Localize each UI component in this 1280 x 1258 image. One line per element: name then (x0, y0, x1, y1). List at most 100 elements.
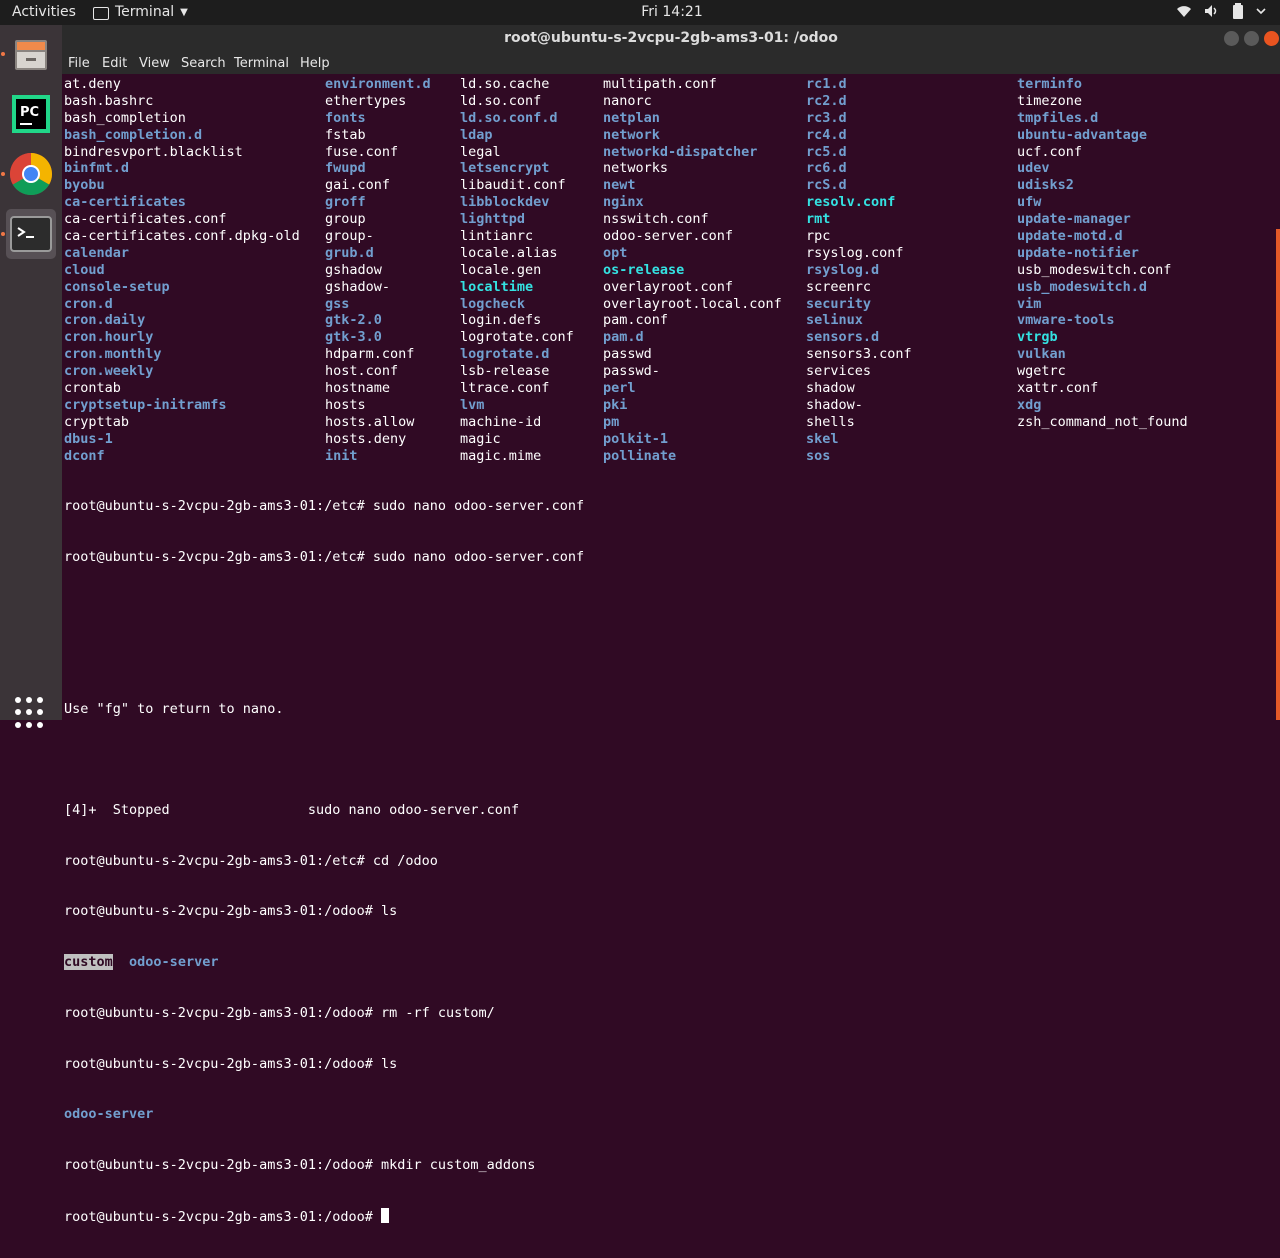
ls-file-entry: lsb-release (460, 363, 550, 380)
terminal-output[interactable]: at.deny bash.bashrc bash_completion bash_co… (62, 74, 1280, 1225)
ls-dir-entry: grub.d (325, 244, 374, 261)
grid-dot (26, 697, 32, 703)
volume-icon (1205, 5, 1217, 17)
ls-dir-odoo-server: odoo-server (64, 1106, 154, 1123)
pycharm-icon: PC (12, 95, 50, 133)
terminal-line: [4]+ Stopped sudo nano odoo-server.conf (64, 802, 520, 819)
ls-file-entry: hdparm.conf (325, 346, 415, 363)
ls-dir-entry: update-notifier (1017, 244, 1139, 261)
ls-column: ld.so.cache ld.so.conf ld.so.conf.d ldap leg… (460, 76, 574, 464)
ls-file-entry: lintianrc (460, 228, 534, 245)
ls-dir-entry: dconf (64, 447, 105, 464)
prompt-line[interactable]: root@ubuntu-s-2vcpu-2gb-ams3-01:/odoo# (64, 1207, 584, 1225)
ls-file-entry: gshadow- (325, 278, 391, 295)
ls-dir-entry: perl (603, 380, 636, 397)
menu-view[interactable]: View (139, 56, 170, 71)
ls-dir-entry: cron.d (64, 295, 113, 312)
ls-dir-entry: lvm (460, 396, 485, 413)
ls-dir-entry: polkit-1 (603, 430, 669, 447)
menu-edit[interactable]: Edit (102, 56, 127, 71)
system-menu-chevron-icon (1256, 8, 1266, 15)
scrollbar[interactable] (1276, 229, 1280, 720)
terminal-line: root@ubuntu-s-2vcpu-2gb-ams3-01:/odoo# l… (64, 1055, 398, 1072)
terminal-line: root@ubuntu-s-2vcpu-2gb-ams3-01:/odoo# l… (64, 903, 398, 920)
ls-file-entry: sensors3.conf (806, 346, 912, 363)
menu-file[interactable]: File (68, 56, 90, 71)
ls-dir-entry: cron.daily (64, 312, 146, 329)
ls-dir-entry: calendar (64, 244, 130, 261)
dock-pycharm[interactable]: PC (6, 89, 56, 139)
ls-file-entry: ltrace.conf (460, 380, 550, 397)
grid-dot (37, 709, 43, 716)
ls-dir-custom-selected[interactable]: custom (64, 954, 113, 971)
ls-file-entry: libaudit.conf (460, 177, 566, 194)
ls-file-entry: machine-id (460, 413, 542, 430)
ls-dir-entry: dbus-1 (64, 430, 113, 447)
ls-dir-entry: logrotate.d (460, 346, 550, 363)
terminal-line: custom odoo-server (64, 954, 584, 971)
ls-file-entry: at.deny (64, 76, 121, 92)
ls-dir-entry: selinux (806, 312, 863, 329)
menu-help[interactable]: Help (300, 56, 330, 71)
clock[interactable]: Fri 14:21 (0, 4, 1280, 20)
grid-dot (15, 721, 21, 728)
ls-column: environment.d ethertypes fonts fstab fuse.co… (325, 76, 431, 464)
ls-dir-entry: ld.so.conf.d (460, 109, 558, 126)
ls-dir-entry: pam.d (603, 329, 644, 346)
minimize-button[interactable] (1224, 31, 1239, 46)
ls-file-entry: screenrc (806, 278, 872, 295)
window-titlebar[interactable]: root@ubuntu-s-2vcpu-2gb-ams3-01: /odoo (62, 25, 1280, 52)
ls-dir-entry: gtk-2.0 (325, 312, 382, 329)
terminal-line: Use "fg" to return to nano. (64, 700, 284, 717)
ls-dir-entry: pm (603, 413, 620, 430)
ls-file-entry: overlayroot.local.conf (603, 295, 782, 312)
ls-dir-entry: lighttpd (460, 211, 526, 228)
ls-dir-entry: network (603, 126, 660, 143)
ls-file-entry: shadow (806, 380, 855, 397)
menu-search[interactable]: Search (181, 56, 226, 71)
ls-dir-entry: fonts (325, 109, 366, 126)
ls-file-entry: rpc (806, 228, 831, 245)
ls-dir-entry: sensors.d (806, 329, 880, 346)
ls-dir-entry: newt (603, 177, 636, 194)
ls-dir-entry: bash_completion.d (64, 126, 203, 143)
ls-file-entry: magic.mime (460, 447, 542, 464)
ls-dir-entry: rc2.d (806, 92, 847, 109)
terminal-icon (10, 216, 52, 252)
battery-icon (1233, 3, 1243, 19)
system-tray[interactable] (1176, 3, 1266, 19)
dock: PC (0, 25, 62, 728)
dock-chrome[interactable] (6, 149, 56, 199)
text-cursor (380, 1207, 389, 1223)
menu-terminal[interactable]: Terminal (234, 56, 289, 71)
ls-dir-entry: libblockdev (460, 194, 550, 211)
ls-file-entry: rsyslog.conf (806, 244, 904, 261)
ls-dir-entry: environment.d (325, 76, 431, 92)
ls-file-entry: ld.so.cache (460, 76, 550, 92)
ls-file-entry: magic (460, 430, 501, 447)
ls-file-entry: ucf.conf (1017, 143, 1083, 160)
ls-file-entry: nanorc (603, 92, 652, 109)
ls-link-entry: vtrgb (1017, 329, 1058, 346)
ls-file-entry: legal (460, 143, 501, 160)
ls-file-entry: bindresvport.blacklist (64, 143, 243, 160)
terminal-line: odoo-server (64, 1106, 584, 1123)
show-applications-button[interactable] (15, 697, 47, 729)
ls-column: rc1.d rc2.d rc3.d rc4.d rc5.d rc6.d rcS.d resol… (806, 76, 912, 464)
ls-dir-entry: udisks2 (1017, 177, 1074, 194)
terminal-line: root@ubuntu-s-2vcpu-2gb-ams3-01:/etc# cd… (64, 852, 438, 869)
terminal-line: root@ubuntu-s-2vcpu-2gb-ams3-01:/etc# su… (64, 548, 585, 565)
ls-dir-entry: pollinate (603, 447, 677, 464)
running-indicator (1, 232, 5, 236)
ls-file-entry: logrotate.conf (460, 329, 574, 346)
dock-files[interactable] (6, 29, 56, 79)
dock-terminal[interactable] (6, 209, 56, 259)
ls-file-entry: odoo-server.conf (603, 228, 734, 245)
ls-file-entry: ld.so.conf (460, 92, 542, 109)
maximize-button[interactable] (1244, 31, 1259, 46)
ls-file-entry: hosts.allow (325, 413, 415, 430)
ls-file-entry: locale.alias (460, 244, 558, 261)
close-button[interactable] (1264, 31, 1279, 46)
ls-file-entry: crypttab (64, 413, 130, 430)
